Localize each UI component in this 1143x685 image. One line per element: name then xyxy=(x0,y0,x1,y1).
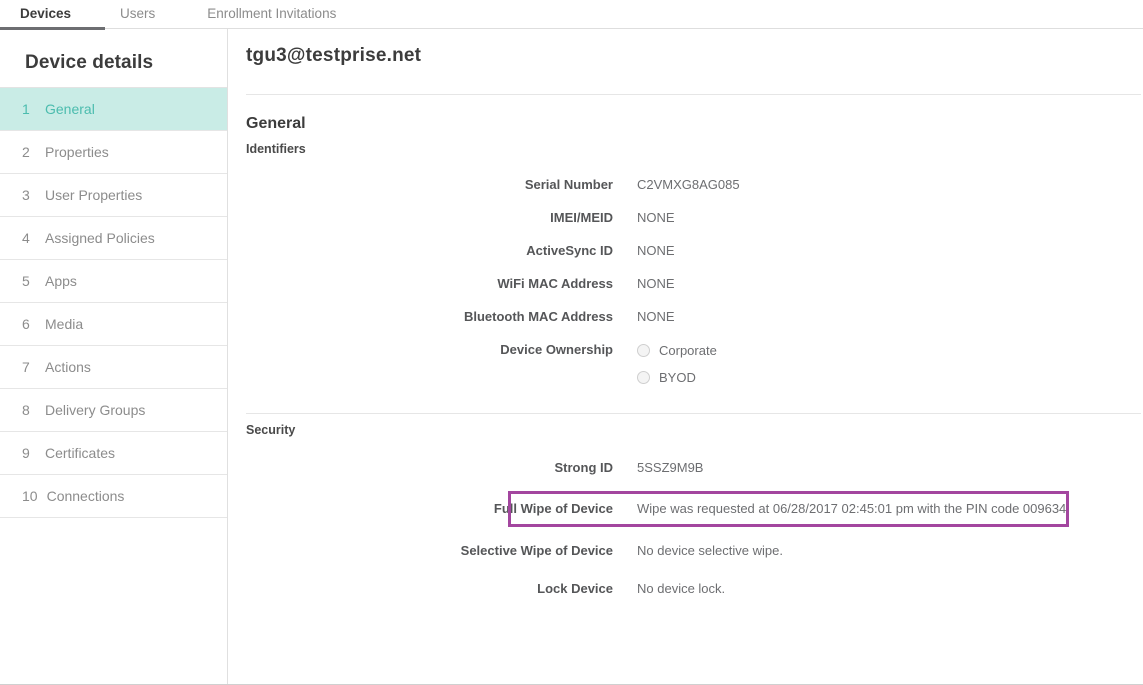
sidebar-item-number: 6 xyxy=(22,303,36,346)
tab-list: Devices Users Enrollment Invitations xyxy=(0,0,1143,28)
sidebar-item-label: Actions xyxy=(45,359,91,375)
sidebar-item-media[interactable]: 6 Media xyxy=(0,303,227,346)
sidebar-item-label: Properties xyxy=(45,144,109,160)
field-label: Device Ownership xyxy=(228,341,637,359)
field-label: Serial Number xyxy=(228,176,637,194)
sidebar-item-apps[interactable]: 5 Apps xyxy=(0,260,227,303)
top-tabbar: Devices Users Enrollment Invitations xyxy=(0,0,1143,29)
device-details-page: Devices Users Enrollment Invitations Dev… xyxy=(0,0,1143,685)
field-serial-number: Serial Number C2VMXG8AG085 xyxy=(228,176,1143,194)
page-title: tgu3@testprise.net xyxy=(228,29,1143,67)
section-title-general: General xyxy=(228,95,1143,133)
radio-option-byod[interactable]: BYOD xyxy=(637,368,717,386)
sidebar-item-number: 5 xyxy=(22,260,36,303)
sidebar-item-properties[interactable]: 2 Properties xyxy=(0,131,227,174)
identifiers-group: Serial Number C2VMXG8AG085 IMEI/MEID NON… xyxy=(228,156,1143,395)
field-label: Bluetooth MAC Address xyxy=(228,308,637,326)
sidebar: Device details 1 General 2 Properties 3 Use… xyxy=(0,29,228,684)
field-value: C2VMXG8AG085 xyxy=(637,176,740,194)
sidebar-item-number: 9 xyxy=(22,432,36,475)
security-group: Strong ID 5SSZ9M9B Full Wipe of Device W… xyxy=(228,437,1143,598)
field-value: 5SSZ9M9B xyxy=(637,459,703,477)
sidebar-item-actions[interactable]: 7 Actions xyxy=(0,346,227,389)
tab-users[interactable]: Users xyxy=(120,0,155,29)
field-label: Selective Wipe of Device xyxy=(228,542,637,560)
field-activesync-id: ActiveSync ID NONE xyxy=(228,242,1143,260)
field-label: IMEI/MEID xyxy=(228,209,637,227)
field-full-wipe-of-device: Full Wipe of Device Wipe was requested a… xyxy=(228,500,1143,518)
field-strong-id: Strong ID 5SSZ9M9B xyxy=(228,459,1143,477)
sidebar-item-label: Assigned Policies xyxy=(45,230,155,246)
device-ownership-radio-group[interactable]: Corporate BYOD xyxy=(637,341,717,395)
sidebar-item-label: Delivery Groups xyxy=(45,402,145,418)
field-lock-device: Lock Device No device lock. xyxy=(228,580,1143,598)
field-imei-meid: IMEI/MEID NONE xyxy=(228,209,1143,227)
field-value: NONE xyxy=(637,308,675,326)
sidebar-item-label: User Properties xyxy=(45,187,142,203)
sidebar-item-label: Apps xyxy=(45,273,77,289)
field-device-ownership: Device Ownership Corporate BYOD xyxy=(228,341,1143,395)
subsection-title-identifiers: Identifiers xyxy=(228,133,1143,156)
subsection-title-security: Security xyxy=(228,414,1143,437)
field-value: NONE xyxy=(637,275,675,293)
sidebar-item-user-properties[interactable]: 3 User Properties xyxy=(0,174,227,217)
field-label: Lock Device xyxy=(228,580,637,598)
sidebar-item-assigned-policies[interactable]: 4 Assigned Policies xyxy=(0,217,227,260)
radio-unchecked-icon[interactable] xyxy=(637,344,650,357)
sidebar-item-general[interactable]: 1 General xyxy=(0,88,227,131)
field-label: Strong ID xyxy=(228,459,637,477)
radio-unchecked-icon[interactable] xyxy=(637,371,650,384)
field-value: No device selective wipe. xyxy=(637,542,783,560)
field-value: NONE xyxy=(637,209,675,227)
sidebar-item-label: Media xyxy=(45,316,83,332)
radio-option-corporate[interactable]: Corporate xyxy=(637,341,717,359)
sidebar-title: Device details xyxy=(0,29,227,88)
sidebar-item-number: 7 xyxy=(22,346,36,389)
sidebar-item-number: 8 xyxy=(22,389,36,432)
sidebar-item-label: Connections xyxy=(47,488,125,504)
field-wifi-mac-address: WiFi MAC Address NONE xyxy=(228,275,1143,293)
sidebar-item-number: 10 xyxy=(22,475,38,518)
main-content: tgu3@testprise.net General Identifiers S… xyxy=(228,29,1143,684)
sidebar-item-connections[interactable]: 10 Connections xyxy=(0,475,227,518)
tab-devices[interactable]: Devices xyxy=(20,0,86,29)
field-label: Full Wipe of Device xyxy=(228,500,637,518)
field-value: No device lock. xyxy=(637,580,725,598)
sidebar-item-number: 3 xyxy=(22,174,36,217)
sidebar-item-number: 2 xyxy=(22,131,36,174)
sidebar-item-label: Certificates xyxy=(45,445,115,461)
page-body: Device details 1 General 2 Properties 3 Use… xyxy=(0,29,1143,684)
field-value: Wipe was requested at 06/28/2017 02:45:0… xyxy=(637,500,1070,518)
field-label: WiFi MAC Address xyxy=(228,275,637,293)
sidebar-item-label: General xyxy=(45,101,95,117)
sidebar-item-certificates[interactable]: 9 Certificates xyxy=(0,432,227,475)
field-value: NONE xyxy=(637,242,675,260)
tab-enrollment-invitations[interactable]: Enrollment Invitations xyxy=(207,0,336,29)
sidebar-item-number: 1 xyxy=(22,88,36,131)
sidebar-nav-list: 1General 2Properties 3User Properties 4A… xyxy=(0,88,227,518)
field-label: ActiveSync ID xyxy=(228,242,637,260)
radio-label: Corporate xyxy=(659,343,717,358)
sidebar-item-number: 4 xyxy=(22,217,36,260)
field-selective-wipe-of-device: Selective Wipe of Device No device selec… xyxy=(228,542,1143,560)
sidebar-item-delivery-groups[interactable]: 8 Delivery Groups xyxy=(0,389,227,432)
field-bluetooth-mac-address: Bluetooth MAC Address NONE xyxy=(228,308,1143,326)
radio-label: BYOD xyxy=(659,370,696,385)
